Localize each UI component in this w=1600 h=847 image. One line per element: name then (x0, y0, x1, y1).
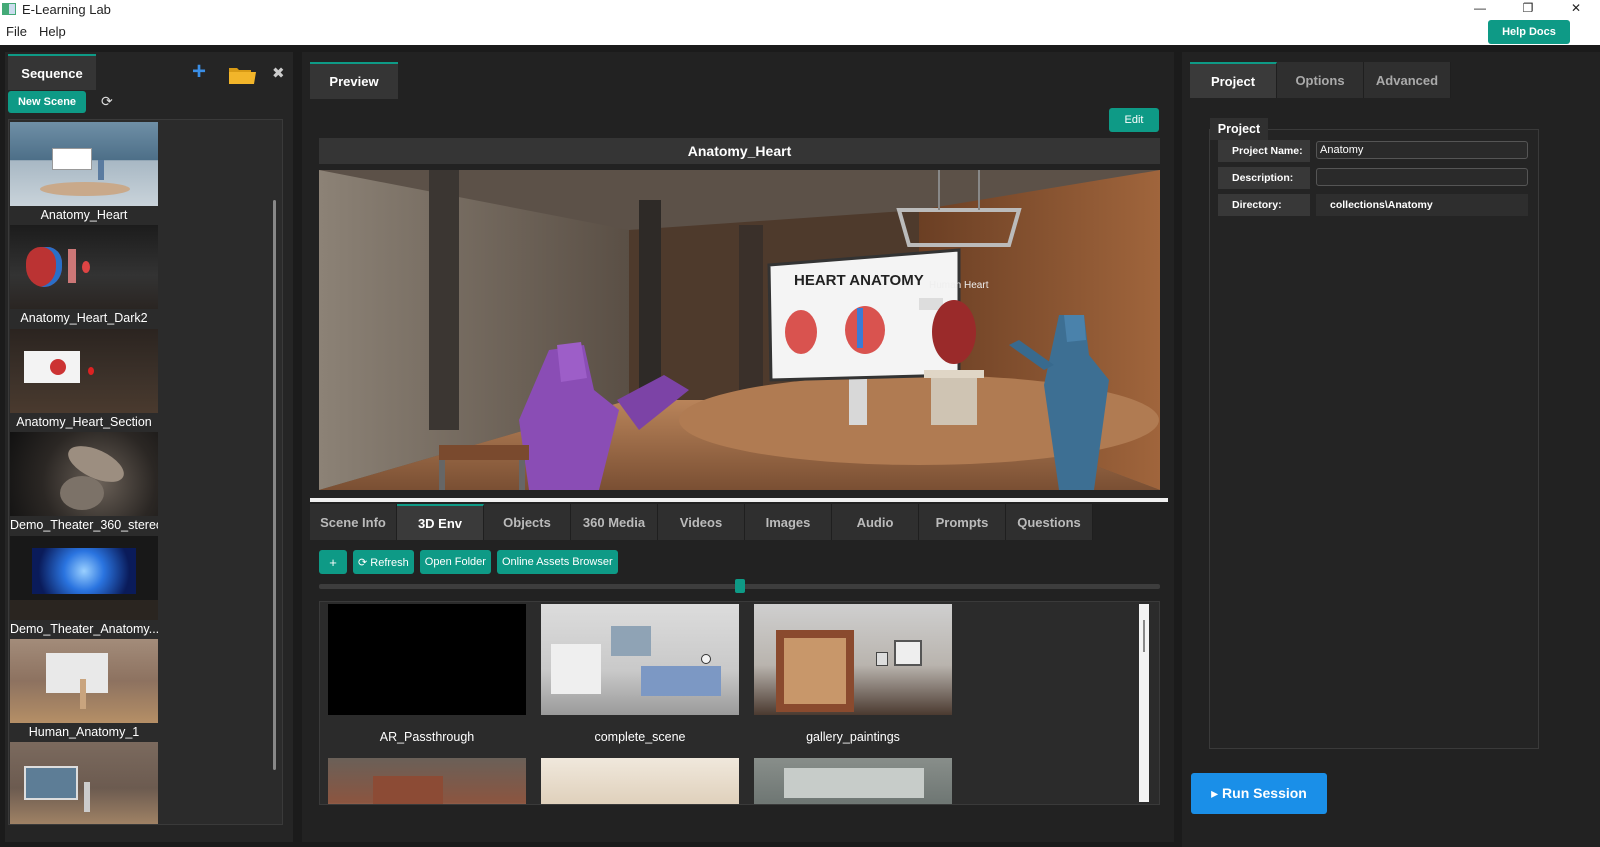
window-title: E-Learning Lab (22, 1, 111, 17)
scene-render: HEART ANATOMY Human Heart (319, 170, 1160, 490)
list-item[interactable] (10, 742, 160, 824)
tab-project[interactable]: Project (1190, 62, 1277, 98)
environment-label: complete_scene (594, 730, 686, 744)
properties-tabs: Project Options Advanced (1190, 62, 1451, 98)
list-item[interactable]: Anatomy_Heart (10, 122, 160, 226)
tab-questions[interactable]: Questions (1006, 504, 1093, 540)
list-item[interactable]: Demo_Theater_360_stereo (10, 432, 160, 536)
list-item[interactable]: Demo_Theater_Anatomy... (10, 536, 160, 640)
environment-thumbnail (541, 758, 739, 804)
environment-thumbnail (328, 758, 526, 804)
scene-label: Demo_Theater_Anatomy... (10, 622, 158, 636)
list-item[interactable] (754, 758, 952, 804)
viewport-divider[interactable] (310, 498, 1168, 502)
title-bar: E-Learning Lab — ❐ ✕ (0, 0, 1600, 18)
list-item[interactable]: Anatomy_Heart_Dark2 (10, 225, 160, 329)
run-session-button[interactable]: ▸ Run Session (1191, 773, 1327, 814)
description-row: Description: (1218, 167, 1528, 189)
online-assets-button[interactable]: Online Assets Browser (496, 550, 618, 574)
tab-advanced[interactable]: Advanced (1364, 62, 1451, 98)
scene-thumbnail (10, 536, 158, 620)
environment-grid-scrollbar[interactable] (1139, 604, 1149, 802)
tab-360-media[interactable]: 360 Media (571, 504, 658, 540)
window-controls: — ❐ ✕ (1456, 0, 1600, 18)
scene-thumbnail (10, 432, 158, 516)
scene-title: Anatomy_Heart (319, 138, 1160, 164)
scene-label: Demo_Theater_360_stereo (10, 518, 158, 532)
list-item[interactable]: Human_Anatomy_1 (10, 639, 160, 743)
list-item[interactable] (541, 758, 739, 804)
environment-label: gallery_paintings (806, 730, 900, 744)
board-title: HEART ANATOMY (794, 272, 924, 289)
menu-file[interactable]: File (0, 24, 33, 39)
scene-thumbnail (10, 639, 158, 723)
list-item[interactable]: complete_scene (541, 604, 739, 744)
tab-prompts[interactable]: Prompts (919, 504, 1006, 540)
environment-label: AR_Passthrough (379, 730, 475, 744)
scene-label: Anatomy_Heart_Section (16, 415, 152, 429)
restore-icon[interactable]: ❐ (1504, 0, 1552, 18)
environment-thumbnail (541, 604, 739, 715)
scene-label: Anatomy_Heart_Dark2 (20, 311, 148, 325)
scene-thumbnail (10, 225, 158, 309)
environment-thumbnail (328, 604, 526, 715)
scene-label: Human_Anatomy_1 (28, 725, 140, 739)
project-group (1209, 129, 1539, 749)
list-item[interactable]: Anatomy_Heart_Section (10, 329, 160, 433)
tab-sequence[interactable]: Sequence (8, 54, 96, 90)
scene-list-scrollbar[interactable] (273, 200, 276, 770)
tab-scene-info[interactable]: Scene Info (310, 504, 397, 540)
close-window-icon[interactable]: ✕ (1552, 0, 1600, 18)
refresh-icon[interactable]: ⟳ (101, 93, 113, 110)
tab-audio[interactable]: Audio (832, 504, 919, 540)
menu-help[interactable]: Help (33, 24, 72, 39)
project-group-title: Project (1210, 118, 1268, 140)
list-item[interactable]: AR_Passthrough (328, 604, 526, 744)
tab-3d-env[interactable]: 3D Env (397, 504, 484, 540)
folder-icon[interactable] (229, 65, 256, 85)
sequence-panel: Sequence + ✖ New Scene ⟳ Anatomy_Heart A… (5, 52, 293, 842)
add-icon[interactable]: + (192, 60, 206, 84)
menu-bar: File Help Help Docs (0, 18, 1600, 45)
directory-label: Directory: (1218, 194, 1310, 216)
tab-images[interactable]: Images (745, 504, 832, 540)
scene-tabs: Scene Info 3D Env Objects 360 Media Vide… (310, 504, 1093, 540)
open-folder-button[interactable]: Open Folder (419, 550, 491, 574)
project-name-row: Project Name: Anatomy (1218, 140, 1528, 162)
env-toolbar: + ⟳ Refresh Open Folder Online Assets Br… (319, 550, 618, 574)
board-tag: Human Heart (929, 280, 989, 291)
project-name-label: Project Name: (1218, 140, 1310, 162)
environment-thumbnail (754, 604, 952, 715)
environment-thumbnail (754, 758, 952, 804)
environment-grid: AR_Passthrough complete_scene gallery_pa… (319, 601, 1160, 805)
directory-value: collections\Anatomy (1316, 194, 1528, 216)
add-env-button[interactable]: + (319, 550, 347, 574)
project-name-field[interactable]: Anatomy (1316, 141, 1528, 159)
minimize-icon[interactable]: — (1456, 0, 1504, 18)
tab-objects[interactable]: Objects (484, 504, 571, 540)
directory-row: Directory: collections\Anatomy (1218, 194, 1528, 216)
list-item[interactable]: gallery_paintings (754, 604, 952, 744)
slider-handle[interactable] (735, 579, 745, 593)
scene-thumbnail (10, 122, 158, 206)
description-field[interactable] (1316, 168, 1528, 186)
edit-button[interactable]: Edit (1109, 108, 1159, 132)
scene-viewport[interactable]: HEART ANATOMY Human Heart (319, 170, 1160, 490)
list-item[interactable] (328, 758, 526, 804)
preview-panel: Preview Edit Anatomy_Heart HEART ANATOMY (302, 52, 1174, 842)
scene-thumbnail (10, 329, 158, 413)
scene-thumbnail (10, 742, 158, 824)
description-label: Description: (1218, 167, 1310, 189)
close-icon[interactable]: ✖ (272, 64, 285, 82)
tab-preview[interactable]: Preview (310, 62, 398, 99)
scene-list: Anatomy_Heart Anatomy_Heart_Dark2 Anatom… (8, 119, 283, 825)
new-scene-button[interactable]: New Scene (8, 91, 86, 113)
app-icon (2, 3, 16, 15)
scene-label: Anatomy_Heart (40, 208, 128, 222)
help-docs-button[interactable]: Help Docs (1488, 20, 1570, 44)
tab-options[interactable]: Options (1277, 62, 1364, 98)
tab-videos[interactable]: Videos (658, 504, 745, 540)
properties-panel: Project Options Advanced Project Project… (1182, 52, 1600, 847)
refresh-button[interactable]: ⟳ Refresh (353, 550, 414, 574)
